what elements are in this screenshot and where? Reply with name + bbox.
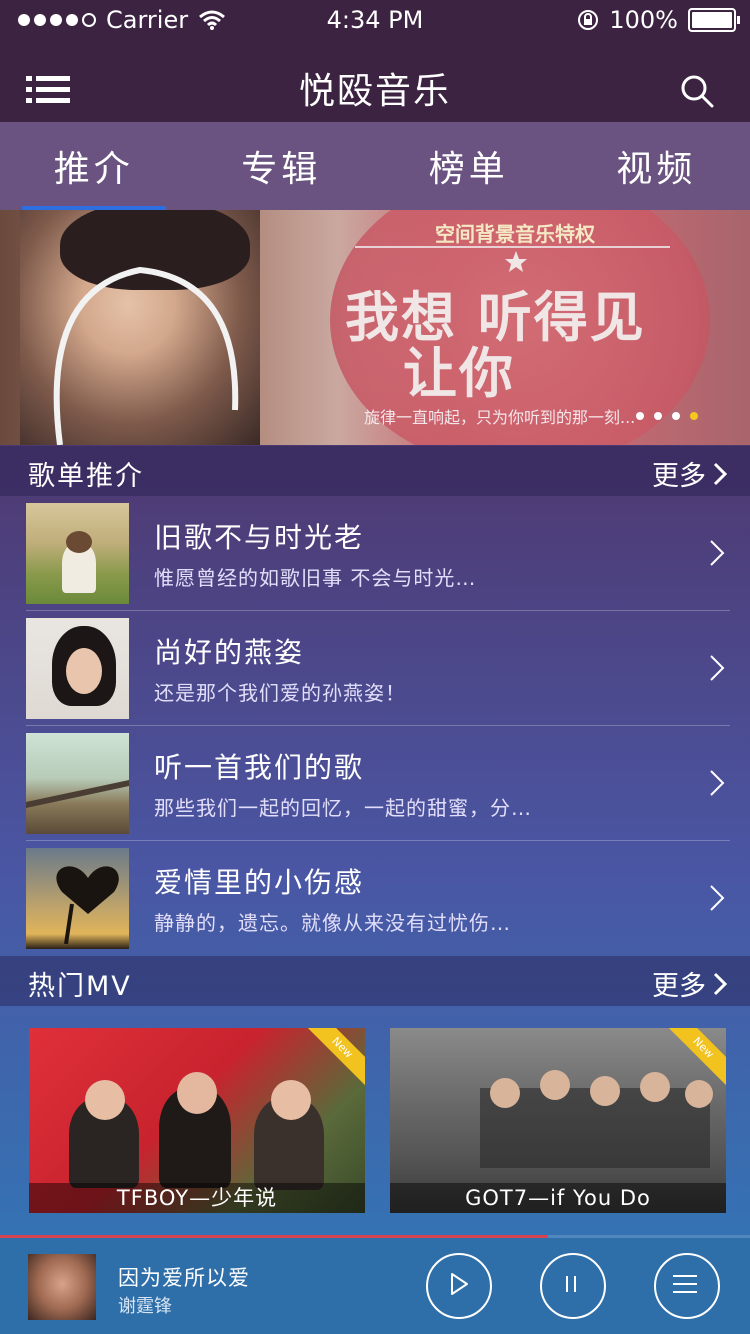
playlist-cover — [26, 848, 129, 949]
battery-icon — [688, 8, 740, 32]
chevron-right-icon — [713, 462, 728, 485]
rotation-lock-icon — [578, 10, 599, 30]
playlist-item[interactable]: 听一首我们的歌 那些我们一起的回忆，一起的甜蜜，分… — [0, 726, 750, 841]
playlist-title: 听一首我们的歌 — [154, 751, 365, 784]
carousel-dot[interactable] — [636, 412, 644, 420]
playlist-queue-button[interactable] — [654, 1253, 720, 1319]
chevron-right-icon — [710, 770, 725, 796]
playlist-subtitle: 静静的，遗忘。就像从来没有过忧伤… — [154, 911, 511, 935]
playlist-cover — [26, 503, 129, 604]
playlist-title: 旧歌不与时光老 — [154, 521, 365, 554]
status-right: 100% — [577, 6, 740, 34]
carousel-dots[interactable] — [636, 412, 698, 420]
star-music-icon — [505, 251, 527, 272]
chevron-right-icon — [710, 655, 725, 681]
tab-charts[interactable]: 榜单 — [375, 122, 563, 210]
chevron-right-icon — [713, 972, 728, 995]
tab-bar: 推介 专辑 榜单 视频 — [0, 122, 750, 210]
playlist-item[interactable]: 爱情里的小伤感 静静的，遗忘。就像从来没有过忧伤… — [0, 841, 750, 956]
mv-caption: GOT7—if You Do — [390, 1183, 726, 1213]
now-playing-artist: 谢霆锋 — [118, 1296, 172, 1317]
playlist-title: 尚好的燕姿 — [154, 636, 305, 669]
tab-albums[interactable]: 专辑 — [188, 122, 376, 210]
playlist-subtitle: 惟愿曾经的如歌旧事 不会与时光… — [154, 566, 477, 590]
battery-percent: 100% — [609, 6, 678, 34]
tab-label: 推介 — [53, 149, 134, 190]
page-title: 悦殴音乐 — [298, 71, 451, 112]
section-title: 歌单推介 — [28, 461, 144, 492]
pause-icon — [566, 1276, 576, 1292]
mv-section-header: 热门MV 更多 — [0, 956, 750, 1006]
list-icon — [673, 1275, 697, 1293]
headphones-icon — [53, 266, 239, 445]
playlist-cover — [26, 618, 129, 719]
carousel-dot[interactable] — [672, 412, 680, 420]
play-button[interactable] — [426, 1253, 492, 1319]
playlist-item[interactable]: 旧歌不与时光老 惟愿曾经的如歌旧事 不会与时光… — [0, 496, 750, 611]
banner-headline-line2: 让你 — [403, 342, 515, 405]
banner-top-text: 空间背景音乐特权 — [435, 222, 595, 246]
playlist-item[interactable]: 尚好的燕姿 还是那个我们爱的孙燕姿！ — [0, 611, 750, 726]
playlist-subtitle: 那些我们一起的回忆，一起的甜蜜，分… — [154, 796, 532, 820]
playlists-more-button[interactable]: 更多 — [652, 454, 728, 493]
mv-card[interactable]: New GOT7—if You Do — [390, 1028, 726, 1213]
now-playing-title: 因为爱所以爱 — [118, 1266, 250, 1290]
status-bar: Carrier 4:34 PM 100% — [0, 0, 750, 40]
tab-label: 榜单 — [428, 149, 509, 190]
carousel-dot[interactable] — [654, 412, 662, 420]
carousel-dot-active[interactable] — [690, 412, 698, 420]
playlist-list: 旧歌不与时光老 惟愿曾经的如歌旧事 不会与时光… 尚好的燕姿 还是那个我们爱的孙… — [0, 496, 750, 956]
banner-subtext: 旋律一直响起，只为你听到的那一刻... — [364, 408, 636, 427]
play-icon — [451, 1273, 468, 1295]
more-label: 更多 — [652, 461, 706, 492]
pause-button[interactable] — [540, 1253, 606, 1319]
mv-more-button[interactable]: 更多 — [652, 964, 728, 1003]
mv-caption: TFBOY—少年说 — [29, 1183, 365, 1213]
playlist-title: 爱情里的小伤感 — [154, 866, 365, 899]
menu-icon[interactable] — [26, 74, 70, 106]
tab-recommend[interactable]: 推介 — [0, 122, 188, 210]
chevron-right-icon — [710, 885, 725, 911]
mv-card[interactable]: New TFBOY—少年说 — [29, 1028, 365, 1213]
playlist-cover — [26, 733, 129, 834]
more-label: 更多 — [652, 971, 706, 1002]
player-bar: 因为爱所以爱 谢霆锋 — [0, 1238, 750, 1334]
tab-videos[interactable]: 视频 — [563, 122, 750, 210]
banner-headline: 我想 听得见 让你 — [345, 290, 646, 402]
playlists-section-header: 歌单推介 更多 — [0, 446, 750, 496]
nav-bar: 悦殴音乐 — [0, 40, 750, 122]
section-title: 热门MV — [28, 971, 132, 1002]
search-icon[interactable] — [680, 74, 714, 108]
now-playing-cover[interactable] — [28, 1254, 96, 1320]
playlist-subtitle: 还是那个我们爱的孙燕姿！ — [154, 681, 406, 705]
banner-headline-line1: 我想 听得见 — [345, 286, 646, 349]
tab-label: 视频 — [616, 149, 697, 190]
tab-label: 专辑 — [241, 149, 322, 190]
chevron-right-icon — [710, 540, 725, 566]
